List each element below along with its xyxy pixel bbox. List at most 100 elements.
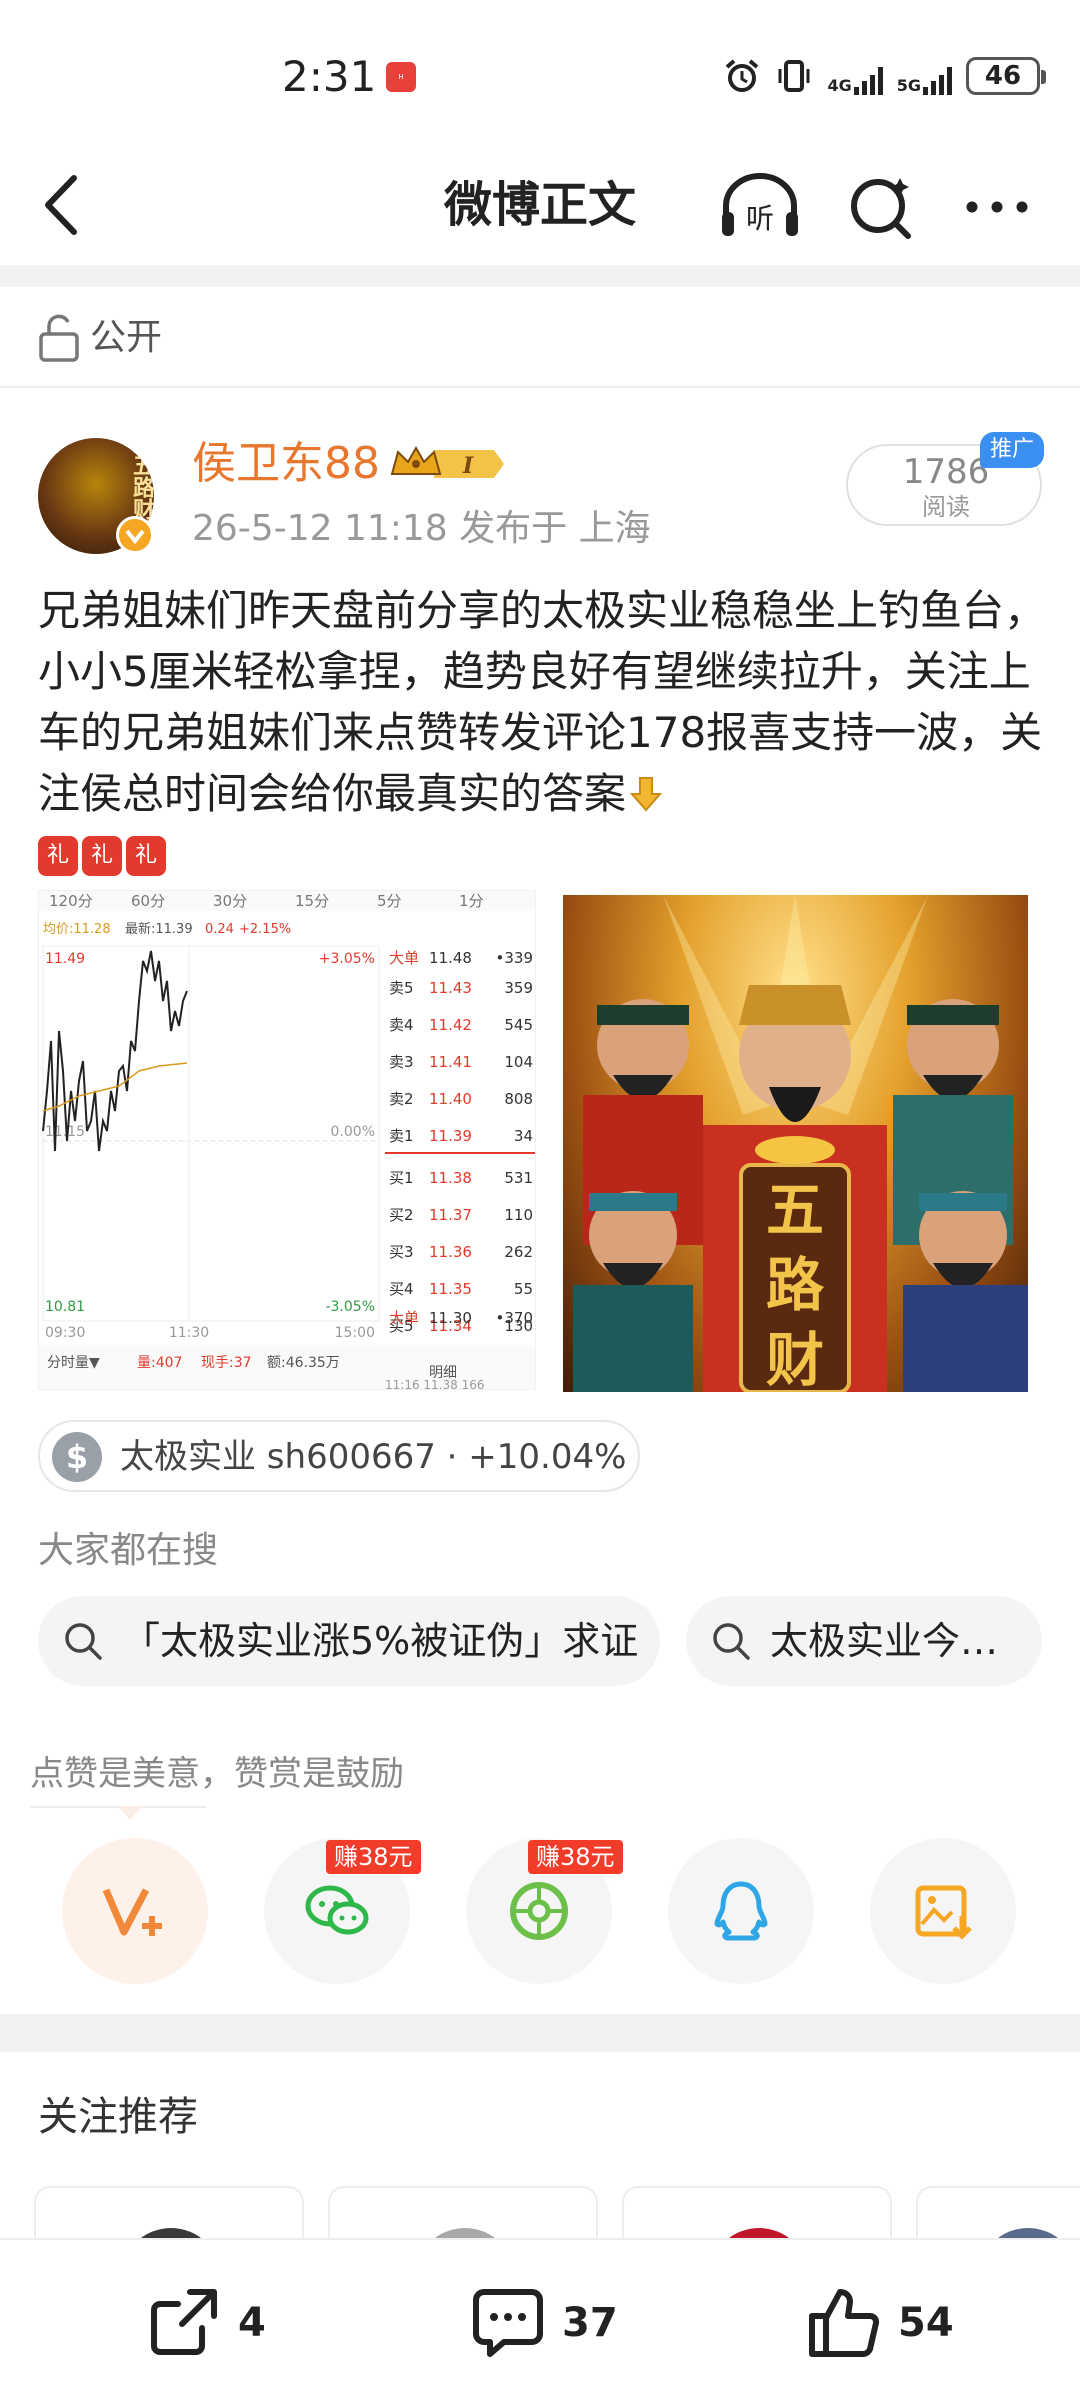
status-icons: 4G 5G 46: [723, 56, 1046, 96]
wechat-icon: [305, 1885, 369, 1935]
comment-count: 37: [562, 2300, 618, 2346]
navigation-bar: 微博正文 听: [0, 150, 1080, 265]
author-name[interactable]: 侯卫东88: [192, 436, 380, 492]
footer-left: 分时量▼: [47, 1355, 100, 1371]
huawei-app-icon: H: [386, 62, 416, 92]
order-price: 11.40: [429, 1090, 472, 1108]
search-icon[interactable]: [846, 172, 916, 242]
divider: [0, 2014, 1080, 2052]
big-order-bottom-price: 11.30: [429, 1309, 472, 1327]
vibrate-icon: [778, 60, 810, 92]
footer-amount: 额:46.35万: [267, 1355, 340, 1371]
bottom-action-bar: 4 37 54: [0, 2238, 1080, 2400]
hot-search-chip[interactable]: 「太极实业涨5%被证伪」求证: [38, 1596, 660, 1686]
pct-mid: 0.00%: [331, 1124, 375, 1140]
reward-button[interactable]: [62, 1838, 208, 1984]
search-icon: [713, 1623, 750, 1660]
chart-tab: 120分: [49, 892, 93, 910]
earn-tag: 赚38元: [326, 1840, 421, 1874]
sell-level-label: 卖3: [389, 1053, 414, 1071]
stock-tag-chip[interactable]: $ 太极实业 sh600667 · +10.04%: [38, 1420, 640, 1492]
pointing-down-emoji-icon: [629, 777, 663, 812]
sell-level-label: 卖4: [389, 1016, 414, 1034]
price-mid: 11.15: [45, 1124, 85, 1140]
dollar-icon: $: [52, 1432, 102, 1482]
chart-tab: 5分: [377, 892, 402, 910]
pct-low: -3.05%: [325, 1299, 375, 1315]
visibility-row: 公开: [0, 288, 1080, 388]
hot-search-text: 太极实业今…: [770, 1619, 999, 1663]
thumbs-up-icon: [809, 2289, 880, 2357]
more-options-icon[interactable]: [962, 172, 1032, 242]
order-price: 11.35: [429, 1280, 472, 1298]
time-end: 15:00: [335, 1325, 375, 1341]
repost-button[interactable]: 4: [146, 2284, 296, 2364]
sell-level-label: 卖1: [389, 1127, 414, 1145]
verified-badge-icon: [116, 516, 154, 554]
network-5g-icon: 5G: [897, 57, 952, 95]
comment-button[interactable]: 37: [470, 2284, 640, 2364]
order-volume: 110: [504, 1206, 533, 1224]
earn-tag: 赚38元: [528, 1840, 623, 1874]
time-start: 09:30: [45, 1325, 85, 1341]
bottom-partial-row: 11:16 11.38 166: [385, 1378, 484, 1390]
qq-share-button[interactable]: [668, 1838, 814, 1984]
network-4g-label: 4G: [827, 76, 852, 95]
sell-level-label: 卖5: [389, 979, 414, 997]
chart-tab: 60分: [131, 892, 165, 910]
footer-hand: 现手:37: [201, 1355, 252, 1371]
unlock-icon: [39, 314, 79, 362]
repost-count: 4: [238, 2300, 266, 2346]
promo-tag: 推广: [980, 432, 1044, 468]
banner-char: 五: [766, 1176, 824, 1244]
price-low: 10.81: [45, 1299, 85, 1315]
qq-icon: [714, 1881, 768, 1941]
fortune-god-image[interactable]: 五 路 财: [563, 895, 1028, 1392]
order-price: 11.38: [429, 1169, 472, 1187]
big-order-top-price: 11.48: [429, 949, 472, 967]
hot-search-text: 「太极实业涨5%被证伪」求证: [122, 1619, 639, 1663]
order-price: 11.42: [429, 1016, 472, 1034]
pct-high: +3.05%: [319, 951, 375, 967]
order-price: 11.37: [429, 1206, 472, 1224]
buy-level-label: 买2: [389, 1206, 414, 1224]
change-pct: +2.15%: [239, 922, 291, 937]
time-mid: 11:30: [169, 1325, 209, 1341]
recommend-title: 关注推荐: [38, 2094, 198, 2140]
avg-price-label: 均价:11.28: [43, 922, 111, 937]
page-title: 微博正文: [443, 177, 636, 233]
network-4g-icon: 4G: [827, 57, 883, 95]
vip-crown-badge-icon[interactable]: I: [390, 442, 506, 486]
reward-title: 点赞是美意，赞赏是鼓励: [30, 1754, 404, 1794]
order-volume: 262: [504, 1243, 533, 1261]
buy-level-label: 买1: [389, 1169, 414, 1187]
post-meta: 26-5-12 11:18 发布于 上海: [192, 508, 651, 549]
read-label: 阅读: [922, 493, 970, 521]
big-order-top-vol: •339: [496, 949, 533, 967]
post-text-content: 兄弟姐妹们昨天盘前分享的太极实业稳稳坐上钓鱼台，小小5厘米轻松拿捏，趋势良好有望…: [38, 586, 1047, 818]
stock-tag-label: 太极实业 sh600667 · +10.04%: [120, 1437, 627, 1477]
gift-emoji-icon: 礼: [82, 836, 122, 876]
order-volume: 545: [504, 1016, 533, 1034]
order-price: 11.43: [429, 979, 472, 997]
order-volume: 531: [504, 1169, 533, 1187]
save-image-button[interactable]: [870, 1838, 1016, 1984]
like-button[interactable]: 54: [806, 2284, 976, 2364]
like-count: 54: [898, 2300, 954, 2346]
alarm-icon: [726, 59, 759, 92]
vip-level: I: [462, 453, 474, 479]
stock-chart-image[interactable]: 120分 60分 30分 15分 5分 1分 均价:11.28 最新:11.39…: [38, 890, 536, 1390]
order-volume: 808: [504, 1090, 533, 1108]
order-price: 11.39: [429, 1127, 472, 1145]
visibility-label: 公开: [90, 317, 163, 358]
order-volume: 34: [514, 1127, 533, 1145]
status-bar: 2:31 H 4G 5G 46: [0, 0, 1080, 150]
gift-emoji-icon: 礼: [126, 836, 166, 876]
comment-icon: [473, 2289, 543, 2357]
hot-search-chip[interactable]: 太极实业今…: [686, 1596, 1042, 1686]
gift-emoji-row: 礼 礼 礼: [38, 836, 166, 876]
chart-tab: 1分: [459, 892, 484, 910]
chart-tab: 15分: [295, 892, 329, 910]
repost-icon: [151, 2289, 217, 2355]
listen-headphone-icon[interactable]: 听: [718, 170, 802, 242]
